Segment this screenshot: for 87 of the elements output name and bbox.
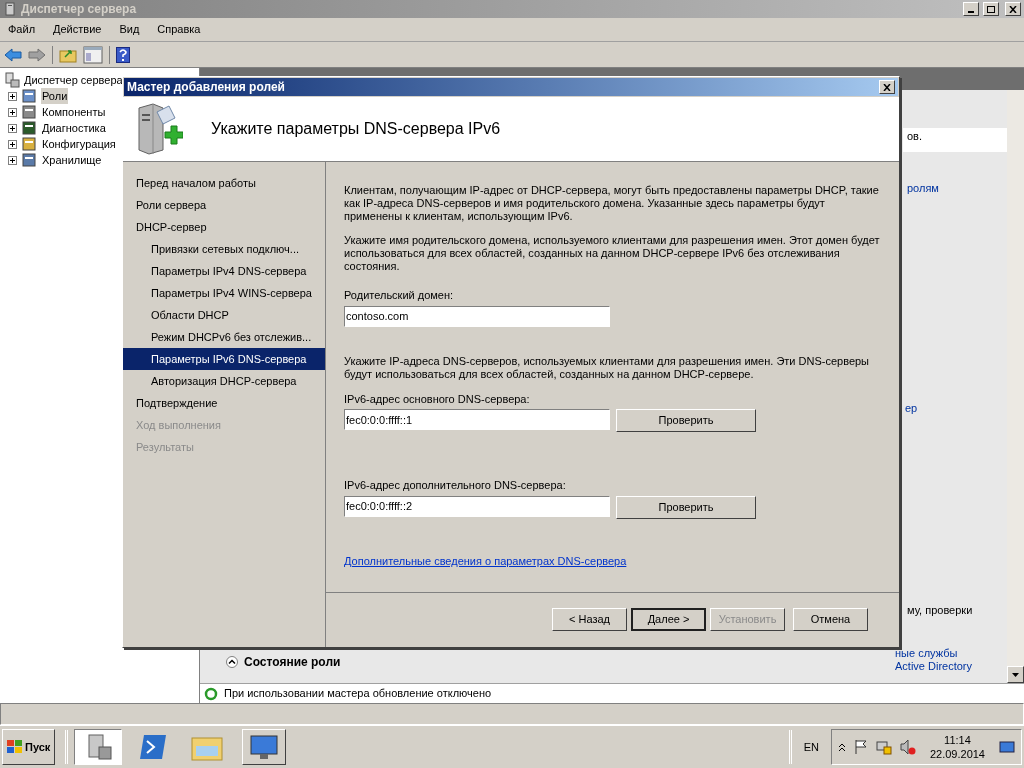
instruction-text: Укажите имя родительского домена, используемого клиентами для разрешения имен. Этот домен будет использоваться для всех областей, созданных на данном DHCP-сервере IPv6 без отслеживания состояния.: [344, 234, 881, 273]
start-button[interactable]: Пуск: [2, 729, 56, 765]
field-label: Родительский домен:: [344, 288, 455, 303]
wizard-step[interactable]: Области DHCP: [123, 304, 325, 326]
close-button[interactable]: [1005, 2, 1021, 16]
summary-text-fragment: ов.: [903, 128, 1007, 152]
close-icon: [883, 83, 891, 91]
wizard-step[interactable]: Параметры IPv4 DNS-сервера: [123, 260, 325, 282]
language-indicator[interactable]: EN: [797, 738, 825, 756]
collapse-icon[interactable]: [226, 656, 238, 668]
wizard-step[interactable]: Перед началом работы: [123, 172, 325, 194]
close-icon: [1009, 5, 1017, 13]
expand-icon[interactable]: [8, 139, 17, 149]
tree-node-icon: [21, 152, 37, 168]
instruction-text: Укажите IP-адреса DNS-серверов, используемых клиентами для разрешения имен. Эти DNS-серверы будут использоваться для всех областей, созданных на данном DHCP-сервере.: [344, 354, 871, 381]
wizard-step[interactable]: Привязки сетевых подключ...: [123, 238, 325, 260]
server-icon: [3, 2, 17, 16]
vertical-scrollbar[interactable]: [1007, 90, 1024, 683]
maximize-button[interactable]: [983, 2, 999, 16]
tree-item[interactable]: Роли: [41, 87, 69, 105]
section-heading: Состояние роли: [244, 654, 341, 671]
wizard-step[interactable]: Параметры IPv4 WINS-сервера: [123, 282, 325, 304]
clock-time[interactable]: 11:14: [944, 733, 971, 747]
flag-icon[interactable]: [853, 739, 868, 755]
help-link[interactable]: Дополнительные сведения о параметрах DNS-сервера: [344, 552, 881, 569]
tree-item[interactable]: Диагностика: [41, 119, 107, 137]
refresh-icon: [204, 686, 218, 701]
expand-icon[interactable]: [8, 91, 17, 101]
server-manager-icon: [4, 72, 20, 88]
dialog-title: Мастер добавления ролей: [127, 79, 286, 96]
dns-address-input-field[interactable]: fec0:0:0:ffff::2: [344, 495, 610, 517]
powershell-icon[interactable]: [138, 733, 169, 761]
clock-date[interactable]: 22.09.2014: [929, 747, 985, 761]
tree-item[interactable]: Конфигурация: [41, 135, 117, 153]
validate-button[interactable]: Проверить: [616, 409, 756, 432]
ad-link-line[interactable]: Active Directory: [895, 659, 1007, 673]
menu-item[interactable]: Вид: [119, 21, 140, 38]
back-arrow-icon[interactable]: [4, 47, 22, 62]
show-desktop-icon[interactable]: [999, 740, 1015, 754]
menu-item[interactable]: Файл: [8, 21, 36, 38]
section-link-fragment[interactable]: ер: [903, 399, 1007, 416]
field-label: IPv6-адрес дополнительного DNS-сервера:: [344, 478, 567, 493]
wizard-step[interactable]: Авторизация DHCP-сервера: [123, 370, 325, 392]
tree-item[interactable]: Хранилище: [41, 151, 103, 169]
maximize-icon: [987, 5, 995, 13]
taskbar-app-button[interactable]: [74, 729, 123, 765]
instruction-text: Клиентам, получающим IP-адрес от DHCP-сервера, могут быть предоставлены параметры DHCP, такие как IP-адреса DNS-серверов и имя родительского домена. Указанные здесь параметры будут применены к клиентам, использующим IPv6.: [344, 184, 880, 223]
expand-icon[interactable]: [8, 155, 17, 165]
wizard-step[interactable]: DHCP-сервер: [123, 216, 325, 238]
minimize-button[interactable]: [963, 2, 979, 16]
server-plus-icon: [135, 102, 183, 156]
wizard-step[interactable]: Подтверждение: [123, 392, 325, 414]
dns-address-input-field[interactable]: fec0:0:0:ffff::1: [344, 409, 610, 430]
tree-node-icon: [21, 88, 37, 104]
ad-link-line[interactable]: ные службы: [895, 646, 1007, 660]
field-label: IPv6-адрес основного DNS-сервера:: [344, 391, 531, 407]
chevron-up-icon[interactable]: [837, 742, 846, 752]
tree-node-icon: [21, 120, 37, 136]
expand-icon[interactable]: [8, 107, 17, 117]
forward-arrow-icon[interactable]: [28, 47, 46, 62]
section-link-fragment[interactable]: ролям: [903, 180, 1007, 197]
wizard-step[interactable]: Параметры IPv6 DNS-сервера: [123, 348, 325, 370]
wizard-button[interactable]: Отмена: [793, 607, 868, 631]
expand-icon[interactable]: [8, 123, 17, 133]
windows-logo-icon: [7, 740, 23, 754]
tree-node-icon: [21, 104, 37, 120]
menu-item[interactable]: Действие: [53, 21, 102, 38]
wizard-step[interactable]: Режим DHCPv6 без отслежив...: [123, 326, 325, 348]
wizard-step[interactable]: Роли сервера: [123, 194, 325, 216]
page-heading: Укажите параметры DNS-сервера IPv6: [211, 119, 501, 139]
description-fragment: му, проверки: [906, 603, 974, 618]
monitor-icon: [249, 733, 280, 761]
speaker-muted-icon[interactable]: [899, 739, 916, 755]
tree-node-icon: [21, 136, 37, 152]
tree-item[interactable]: Компоненты: [41, 103, 107, 121]
scroll-down-icon: [1012, 672, 1019, 677]
validate-button[interactable]: Проверить: [616, 495, 756, 519]
window-title: Диспетчер сервера: [21, 1, 138, 18]
close-button[interactable]: [879, 80, 895, 94]
network-icon[interactable]: [875, 739, 892, 755]
domain-input-field[interactable]: contoso.com: [344, 305, 610, 327]
wizard-button[interactable]: < Назад: [552, 607, 627, 631]
tree-root-label[interactable]: Диспетчер сервера: [24, 71, 123, 89]
wizard-button[interactable]: Далее >: [631, 607, 706, 631]
help-icon[interactable]: [116, 46, 130, 63]
status-message: При использовании мастера обновление отключено: [224, 686, 492, 702]
menu-item[interactable]: Справка: [157, 21, 201, 38]
